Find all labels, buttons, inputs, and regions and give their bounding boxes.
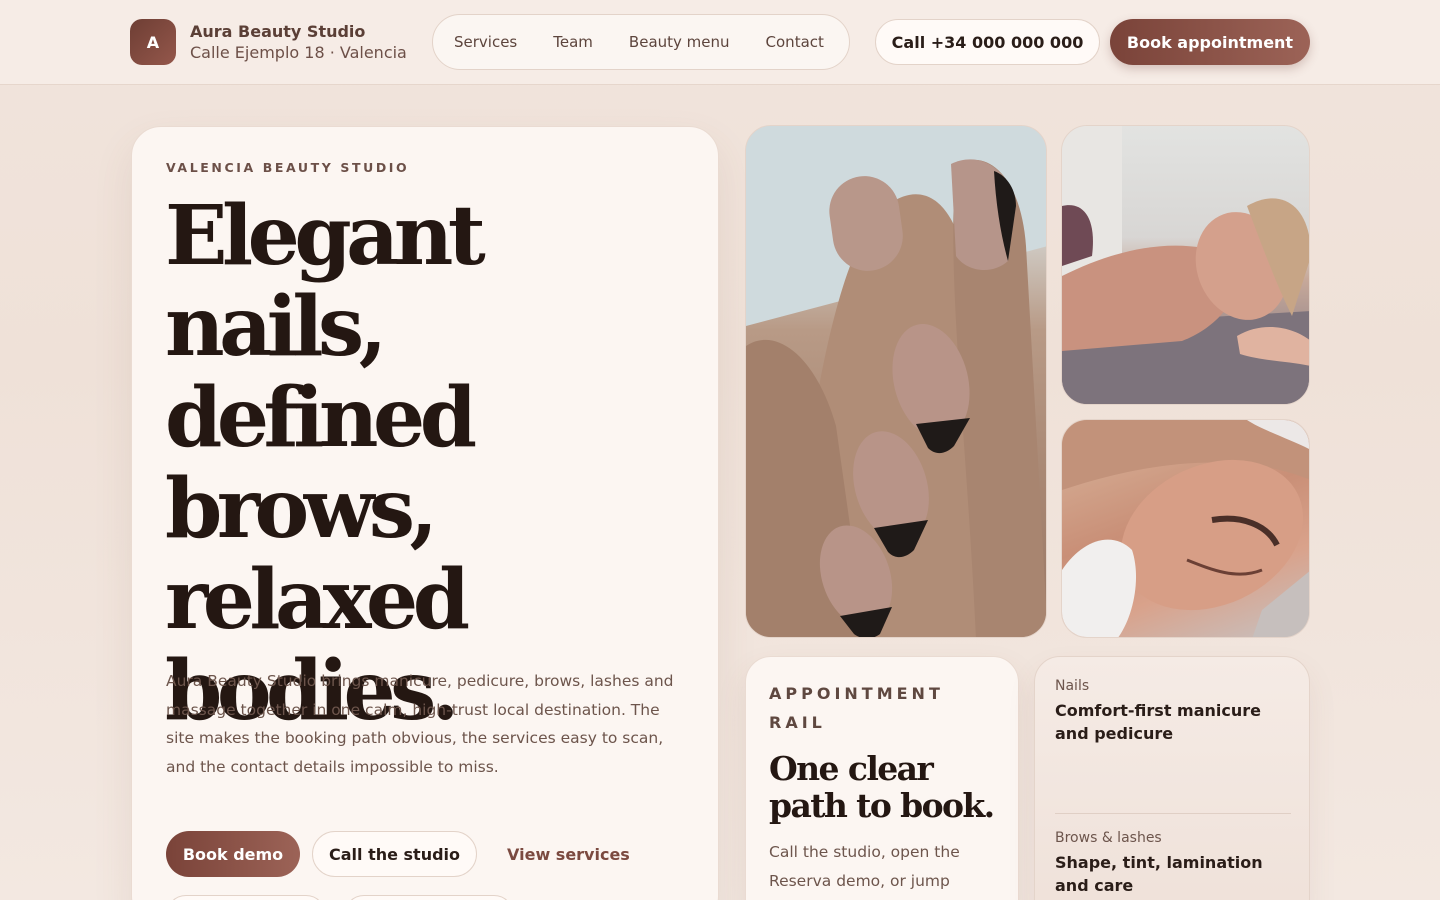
book-demo-button[interactable]: Book demo [166,831,300,877]
hero-eyebrow: VALENCIA BEAUTY STUDIO [166,160,410,175]
view-services-link[interactable]: View services [507,845,630,864]
call-button[interactable]: Call +34 000 000 000 [875,19,1100,65]
divider [1055,813,1291,814]
book-appointment-button[interactable]: Book appointment [1110,19,1310,65]
services-card: Nails Comfort-first manicure and pedicur… [1034,656,1310,900]
secondary-pill[interactable] [166,895,326,900]
brand[interactable]: A Aura Beauty Studio Calle Ejemplo 18 · … [130,19,407,65]
service-category: Brows & lashes [1055,830,1162,846]
brand-text: Aura Beauty Studio Calle Ejemplo 18 · Va… [190,21,407,63]
facial-illustration [1062,420,1309,637]
brand-logo-badge: A [130,19,176,65]
service-item-brows-lashes[interactable]: Brows & lashes Shape, tint, lamination a… [1055,829,1291,897]
service-item-nails[interactable]: Nails Comfort-first manicure and pedicur… [1055,677,1291,745]
facial-photo [1061,419,1310,638]
hero-card: VALENCIA BEAUTY STUDIO Elegant nails, de… [131,126,719,900]
service-title: Shape, tint, lamination and care [1055,853,1263,895]
hero-actions: Book demo Call the studio View services [166,831,630,877]
brand-name: Aura Beauty Studio [190,22,366,41]
nav-item-services[interactable]: Services [454,33,517,51]
secondary-pill[interactable] [344,895,514,900]
rail-eyebrow: APPOINTMENT RAIL [769,684,944,732]
brand-address: Calle Ejemplo 18 · Valencia [190,43,407,62]
service-category: Nails [1055,678,1090,694]
hero-headline: Elegant nails, defined brows, relaxed bo… [165,188,486,739]
rail-text: Call the studio, open the Reserva demo, … [769,843,960,890]
massage-photo [1061,125,1310,405]
appointment-rail-card: APPOINTMENT RAIL One clear path to book.… [745,656,1019,900]
nav-item-beauty-menu[interactable]: Beauty menu [629,33,730,51]
service-title: Comfort-first manicure and pedicure [1055,701,1261,743]
massage-illustration [1062,126,1309,404]
rail-title: One clear path to book. [769,749,995,825]
hero-intro: Aura Beauty Studio brings manicure, pedi… [166,672,674,777]
call-studio-button[interactable]: Call the studio [312,831,477,877]
nails-photo [745,125,1047,638]
main-nav: Services Team Beauty menu Contact [432,14,850,70]
nails-illustration [746,126,1046,637]
site-header: A Aura Beauty Studio Calle Ejemplo 18 · … [0,0,1440,85]
nav-item-contact[interactable]: Contact [766,33,824,51]
nav-item-team[interactable]: Team [553,33,593,51]
